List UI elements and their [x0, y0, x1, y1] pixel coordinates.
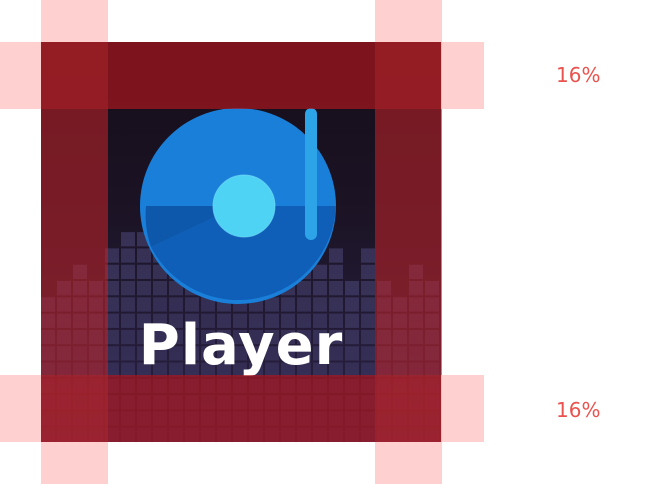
app-tile: Player [41, 42, 441, 442]
top-margin-label: 16% [556, 63, 601, 87]
disc-icon [140, 108, 336, 304]
bottom-margin-label: 16% [556, 398, 601, 422]
app-title: Player [138, 313, 344, 378]
needle-icon [305, 108, 317, 240]
